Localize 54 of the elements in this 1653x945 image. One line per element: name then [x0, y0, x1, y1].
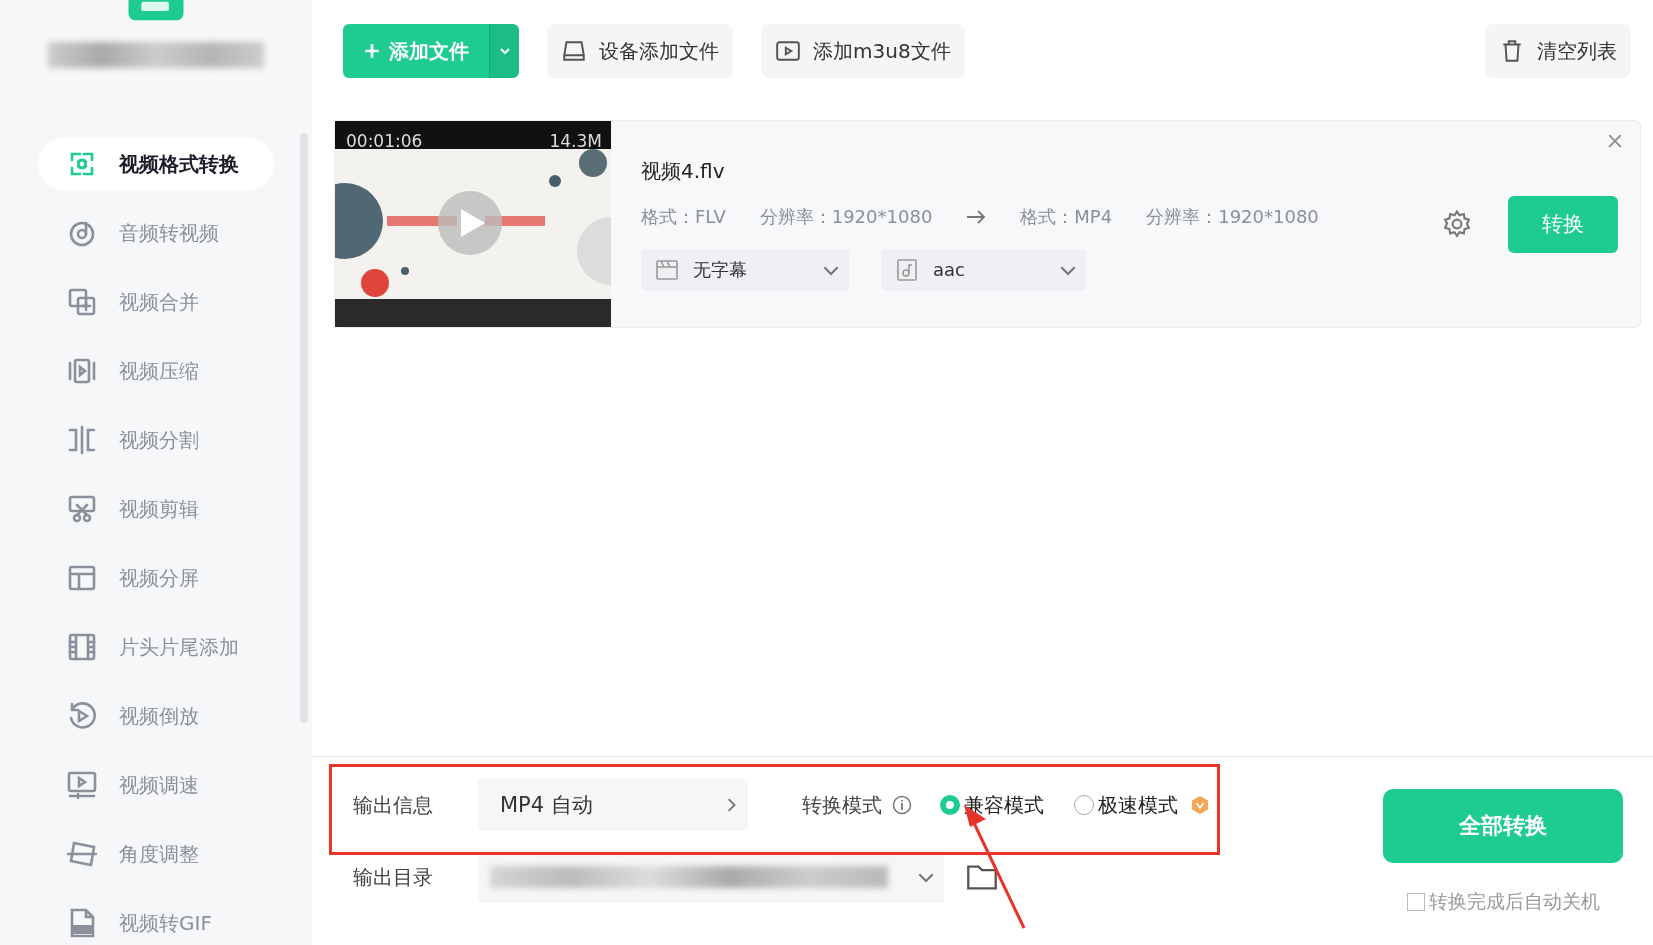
- drive-icon: [561, 38, 587, 64]
- sidebar-item[interactable]: 视频倒放: [38, 690, 274, 742]
- plus-icon: [363, 42, 381, 60]
- audio-dropdown[interactable]: aac: [881, 248, 1086, 291]
- clear-list-button[interactable]: 清空列表: [1485, 24, 1631, 78]
- sidebar-item[interactable]: 音频转视频: [38, 207, 274, 259]
- output-dir-label: 输出目录: [352, 863, 434, 891]
- radio-button[interactable]: [940, 795, 960, 815]
- duration: 00:01:06: [346, 131, 423, 151]
- arrow-icon: [966, 209, 987, 224]
- file-size: 14.3M: [549, 131, 602, 151]
- sidebar-item[interactable]: 视频调速: [38, 759, 274, 811]
- dropdown-button[interactable]: [489, 24, 519, 78]
- close-icon[interactable]: [1608, 134, 1622, 148]
- mode-radio[interactable]: 极速模式: [1074, 791, 1178, 819]
- sidebar-item[interactable]: 视频分割: [38, 414, 274, 466]
- sidebar-item[interactable]: 视频合并: [38, 276, 274, 328]
- split-icon: [66, 424, 98, 456]
- device-add-button[interactable]: 设备添加文件: [547, 24, 733, 78]
- source-format: 格式：FLV: [641, 204, 726, 229]
- film-icon: [66, 631, 98, 663]
- subtitle-dropdown[interactable]: 无字幕: [641, 248, 849, 291]
- vip-badge-icon: [1190, 795, 1210, 815]
- folder-icon[interactable]: [966, 863, 998, 891]
- caret-icon: [498, 45, 511, 57]
- sidebar-item[interactable]: 角度调整: [38, 828, 274, 880]
- info-icon[interactable]: [892, 795, 912, 815]
- add-file-button[interactable]: 添加文件: [343, 24, 489, 78]
- settings-icon[interactable]: [1442, 209, 1472, 239]
- sidebar-item[interactable]: 视频剪辑: [38, 483, 274, 535]
- output-dir-field[interactable]: [478, 851, 944, 903]
- checkbox[interactable]: [1406, 893, 1425, 911]
- sidebar-item[interactable]: 视频压缩: [38, 345, 274, 397]
- sidebar-item[interactable]: 视频分屏: [38, 552, 274, 604]
- file-name: 视频4.flv: [641, 157, 726, 185]
- output-info-label: 输出信息: [352, 791, 434, 819]
- merge-icon: [66, 286, 98, 318]
- radio-button[interactable]: [1074, 795, 1094, 815]
- convert-all-button[interactable]: 全部转换: [1383, 789, 1623, 863]
- source-resolution: 分辨率：1920*1080: [759, 204, 933, 229]
- subtitle-icon: [655, 257, 679, 282]
- add-m3u8-button[interactable]: 添加m3u8文件: [761, 24, 965, 78]
- sidebar-item[interactable]: 视频转GIF: [38, 897, 274, 945]
- cut-icon: [66, 493, 98, 525]
- sidebar-item[interactable]: 片头片尾添加: [38, 621, 274, 673]
- sidebar-item[interactable]: 视频格式转换: [38, 138, 274, 190]
- mode-label: 转换模式: [802, 791, 882, 819]
- play-icon: [775, 38, 801, 64]
- auto-shutdown-checkbox[interactable]: 转换完成后自动关机: [1406, 889, 1600, 915]
- format-selector[interactable]: MP4 自动: [478, 779, 748, 831]
- convert-button[interactable]: 转换: [1508, 195, 1618, 253]
- audio-file-icon: [895, 257, 919, 282]
- target-format: 格式：MP4: [1020, 204, 1113, 229]
- target-resolution: 分辨率：1920*1080: [1146, 204, 1319, 229]
